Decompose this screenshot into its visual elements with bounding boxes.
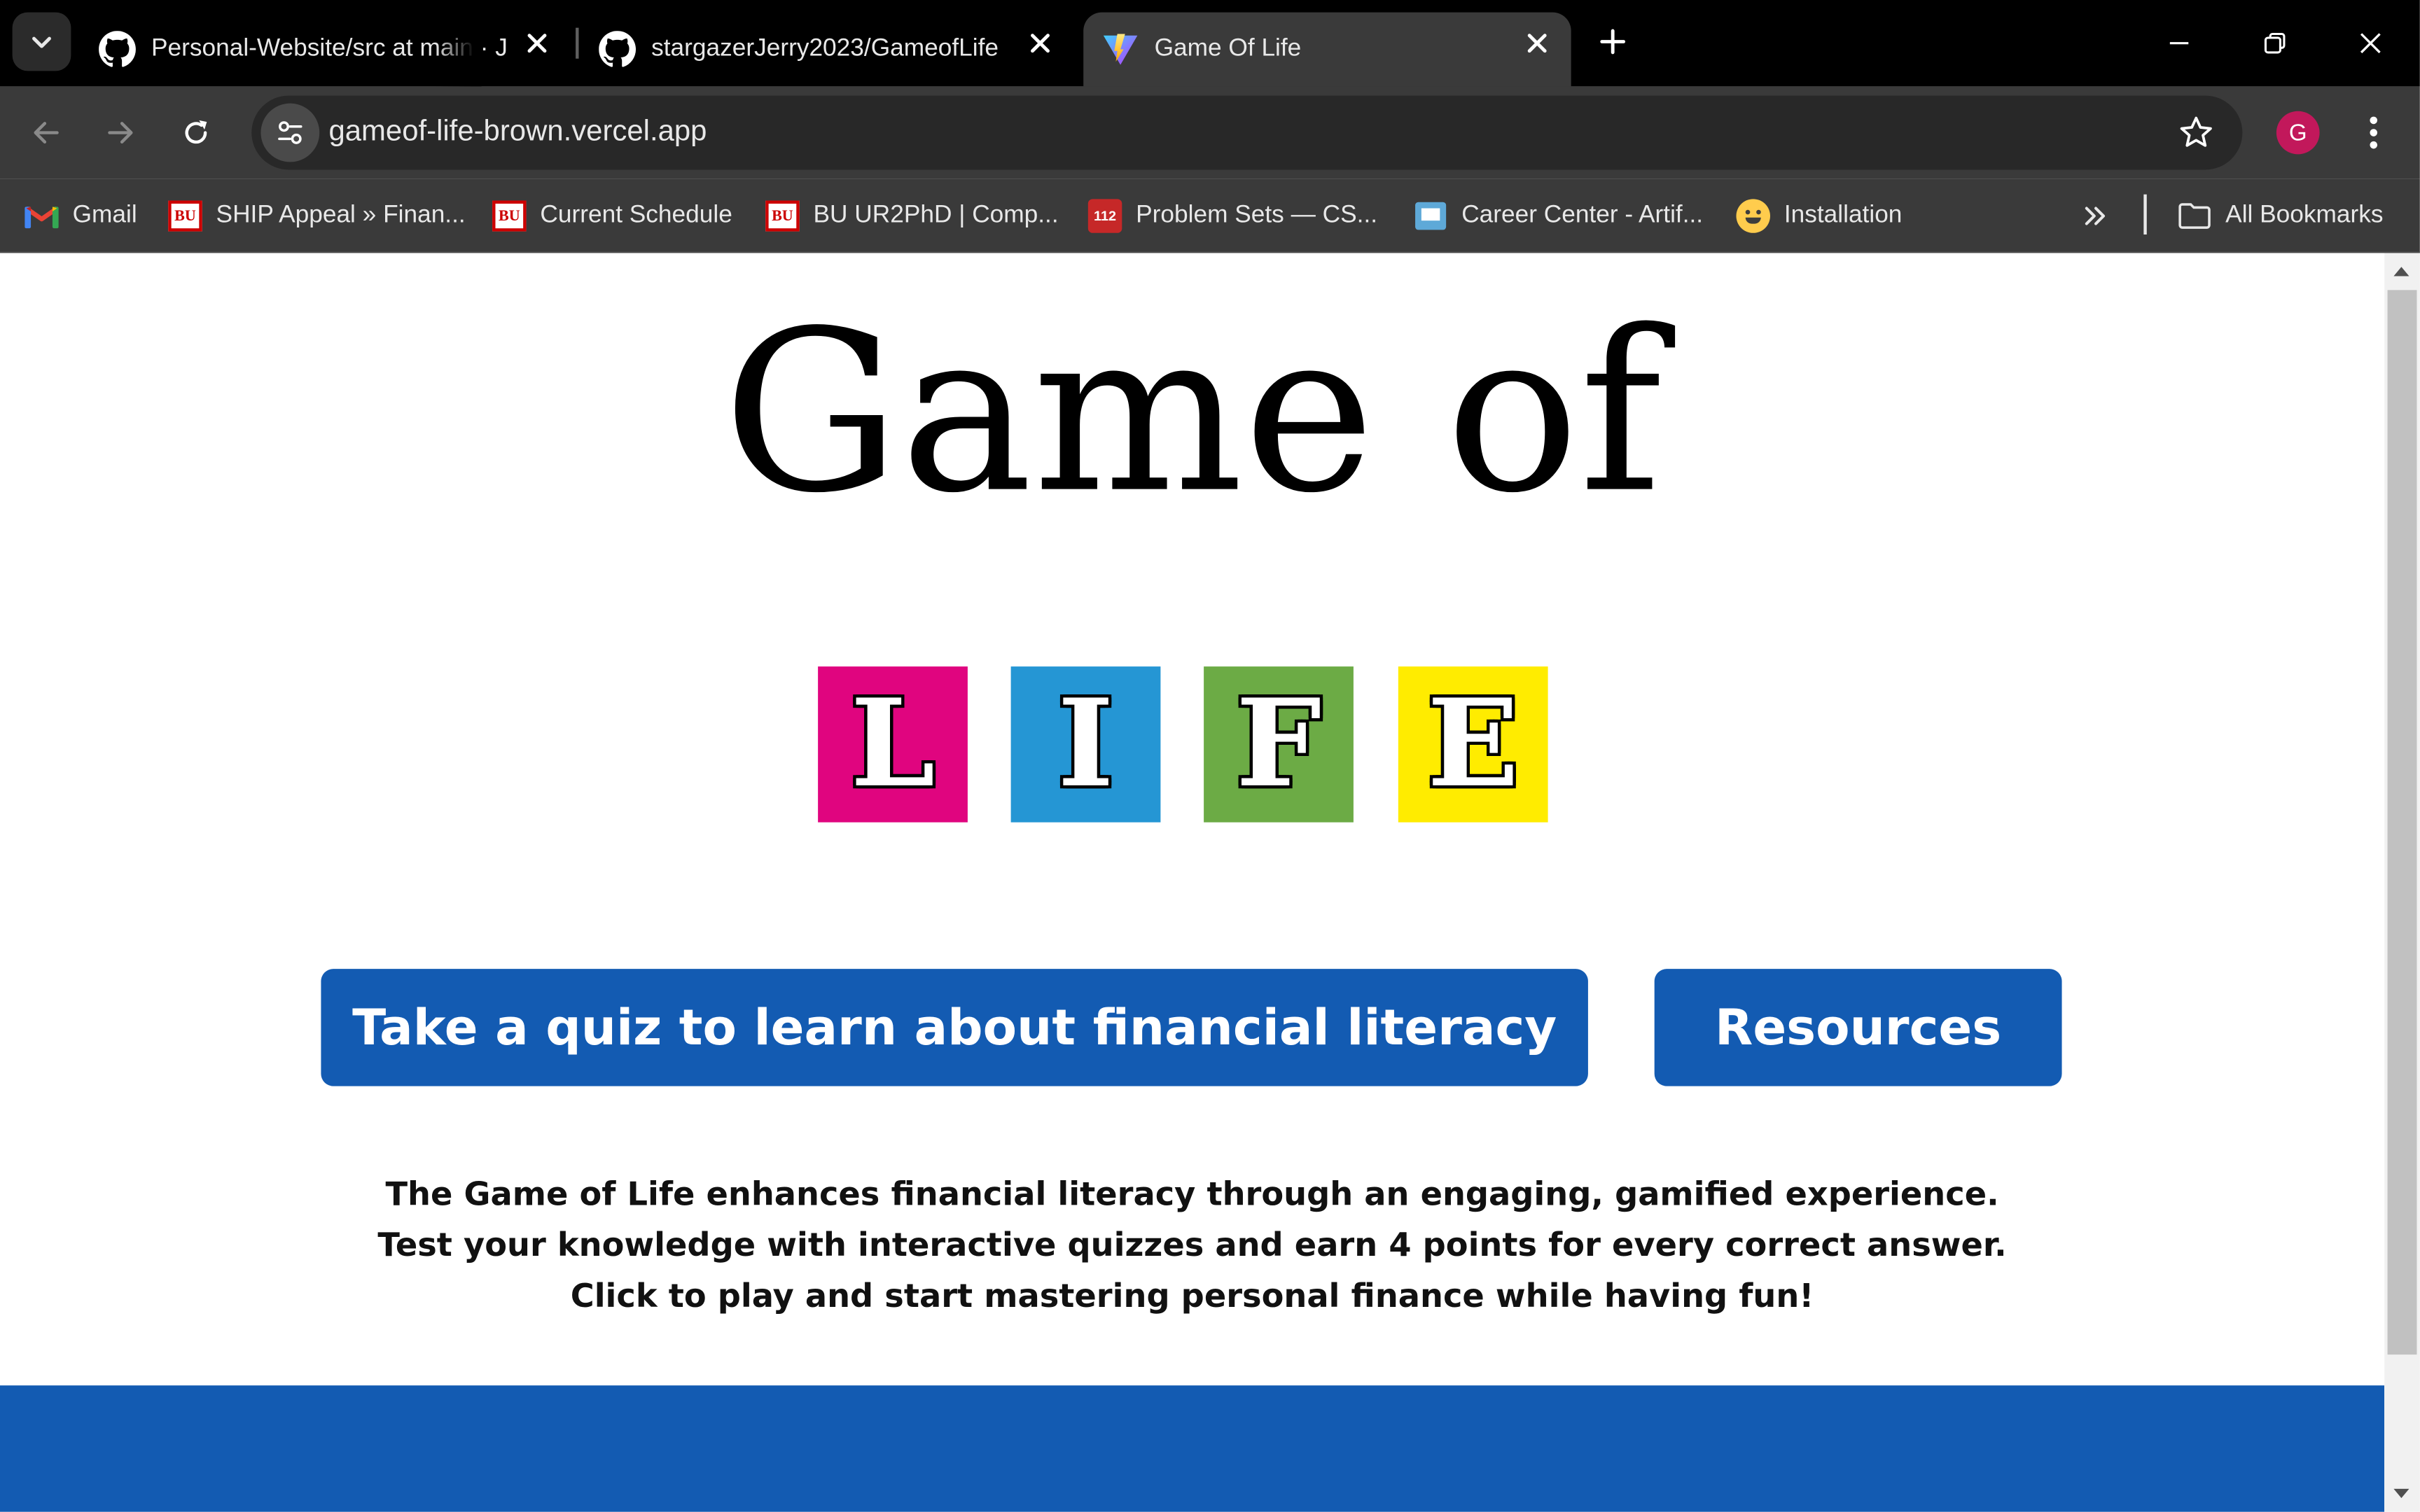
page-viewport: Game of L I F E Take a quiz to learn abo… — [0, 253, 2385, 1512]
folder-icon — [2178, 199, 2211, 232]
bookmark-label: Career Center - Artif... — [1461, 202, 1704, 229]
reload-icon — [185, 120, 207, 144]
vite-icon — [1103, 34, 1138, 65]
tab-strip: Personal-Website/src at main · J stargaz… — [0, 0, 2420, 87]
scroll-down-arrow[interactable] — [2393, 1488, 2409, 1499]
bookmark-current-schedule[interactable]: BU Current Schedule — [492, 191, 732, 241]
bu-icon: BU — [168, 200, 202, 232]
new-tab-button[interactable] — [1590, 18, 1636, 64]
browser-toolbar: gameof-life-brown.vercel.app G — [0, 86, 2420, 179]
page-title: Game of — [723, 282, 1662, 542]
minimize-icon — [2169, 42, 2189, 45]
tab-title: Game Of Life — [1154, 35, 1302, 62]
back-button[interactable] — [18, 105, 74, 160]
forward-button[interactable] — [92, 105, 148, 160]
bookmarks-divider — [2143, 194, 2147, 235]
life-tile-e: E — [1398, 666, 1548, 822]
tab-title-fade — [435, 12, 482, 87]
tab-close-button[interactable] — [1024, 28, 1055, 59]
life-tile-l: L — [818, 666, 968, 822]
more-bookmarks-button[interactable] — [2075, 191, 2115, 241]
monitor-icon — [1415, 202, 1447, 230]
scroll-thumb[interactable] — [2387, 290, 2417, 1355]
tune-icon — [278, 121, 302, 144]
life-tile-f: F — [1204, 666, 1354, 822]
description-line: Test your knowledge with interactive qui… — [377, 1226, 2007, 1264]
url-text[interactable]: gameof-life-brown.vercel.app — [328, 115, 707, 149]
resources-button[interactable]: Resources — [1654, 969, 2062, 1086]
footer-band — [0, 1385, 2385, 1512]
bookmark-label: SHIP Appeal » Finan... — [216, 202, 466, 229]
site-info-button[interactable] — [260, 103, 320, 162]
tab-gameoflife-repo[interactable]: stargazerJerry2023/GameofLife — [580, 13, 1078, 87]
all-bookmarks-button[interactable]: All Bookmarks — [2178, 191, 2384, 241]
arrow-right-icon — [108, 122, 133, 144]
close-window-button[interactable] — [2343, 15, 2398, 71]
bookmark-problem-sets[interactable]: 112 Problem Sets — CS... — [1087, 191, 1378, 241]
github-icon — [99, 31, 136, 67]
quiz-button[interactable]: Take a quiz to learn about financial lit… — [321, 969, 1588, 1086]
arrow-left-icon — [34, 122, 59, 144]
address-bar[interactable]: gameof-life-brown.vercel.app — [251, 95, 2243, 170]
tab-close-button[interactable] — [522, 28, 552, 59]
tab-divider — [576, 27, 579, 59]
bu-icon: BU — [492, 200, 527, 232]
page-scrollbar[interactable] — [2384, 253, 2420, 1512]
close-icon — [1031, 34, 1050, 53]
gmail-icon — [25, 199, 59, 232]
bookmarks-bar: Gmail BU SHIP Appeal » Finan... BU Curre… — [0, 178, 2420, 253]
star-icon — [2180, 116, 2212, 147]
life-tile-i: I — [1010, 666, 1161, 822]
bookmark-label: All Bookmarks — [2225, 202, 2384, 229]
reload-button[interactable] — [168, 105, 223, 160]
minimize-button[interactable] — [2151, 15, 2206, 71]
bookmark-career-center[interactable]: Career Center - Artif... — [1414, 191, 1703, 241]
bookmark-label: Installation — [1783, 202, 1903, 229]
bookmark-ship-appeal[interactable]: BU SHIP Appeal » Finan... — [168, 191, 466, 241]
hugging-face-icon — [1736, 199, 1770, 233]
restore-button[interactable] — [2247, 15, 2302, 71]
bookmark-star-button[interactable] — [2178, 114, 2215, 151]
close-icon — [2360, 33, 2381, 54]
bookmark-gmail[interactable]: Gmail — [25, 191, 137, 241]
bu-icon: BU — [765, 200, 800, 232]
description: The Game of Life enhances financial lite… — [0, 1170, 2384, 1322]
bookmark-label: Current Schedule — [540, 202, 732, 229]
chevron-down-icon — [32, 36, 51, 48]
close-icon — [1527, 34, 1547, 53]
browser-window: Personal-Website/src at main · J stargaz… — [0, 0, 2420, 1512]
menu-button[interactable] — [2352, 111, 2395, 155]
bookmark-bu-ur2phd[interactable]: BU BU UR2PhD | Comp... — [765, 191, 1059, 241]
profile-avatar[interactable]: G — [2276, 111, 2320, 155]
tab-title: stargazerJerry2023/GameofLife — [651, 35, 999, 62]
tab-personal-website[interactable]: Personal-Website/src at main · J — [81, 12, 574, 87]
scroll-up-arrow[interactable] — [2393, 267, 2409, 276]
tab-search-button[interactable] — [12, 12, 71, 71]
bookmark-label: Problem Sets — CS... — [1136, 202, 1378, 229]
tab-game-of-life[interactable]: Game Of Life — [1083, 12, 1571, 87]
restore-icon — [2264, 32, 2286, 54]
bookmark-label: Gmail — [72, 202, 137, 229]
more-vert-icon — [2370, 116, 2378, 149]
github-icon — [599, 31, 637, 67]
bookmark-label: BU UR2PhD | Comp... — [813, 202, 1059, 229]
plus-icon — [1600, 29, 1626, 55]
tab-close-button[interactable] — [1522, 28, 1552, 59]
course-icon: 112 — [1087, 199, 1122, 233]
description-line: Click to play and start mastering person… — [570, 1277, 1814, 1315]
double-chevron-right-icon — [2085, 206, 2106, 225]
description-line: The Game of Life enhances financial lite… — [385, 1175, 1999, 1213]
bookmark-installation[interactable]: Installation — [1736, 191, 1903, 241]
close-icon — [527, 34, 547, 53]
